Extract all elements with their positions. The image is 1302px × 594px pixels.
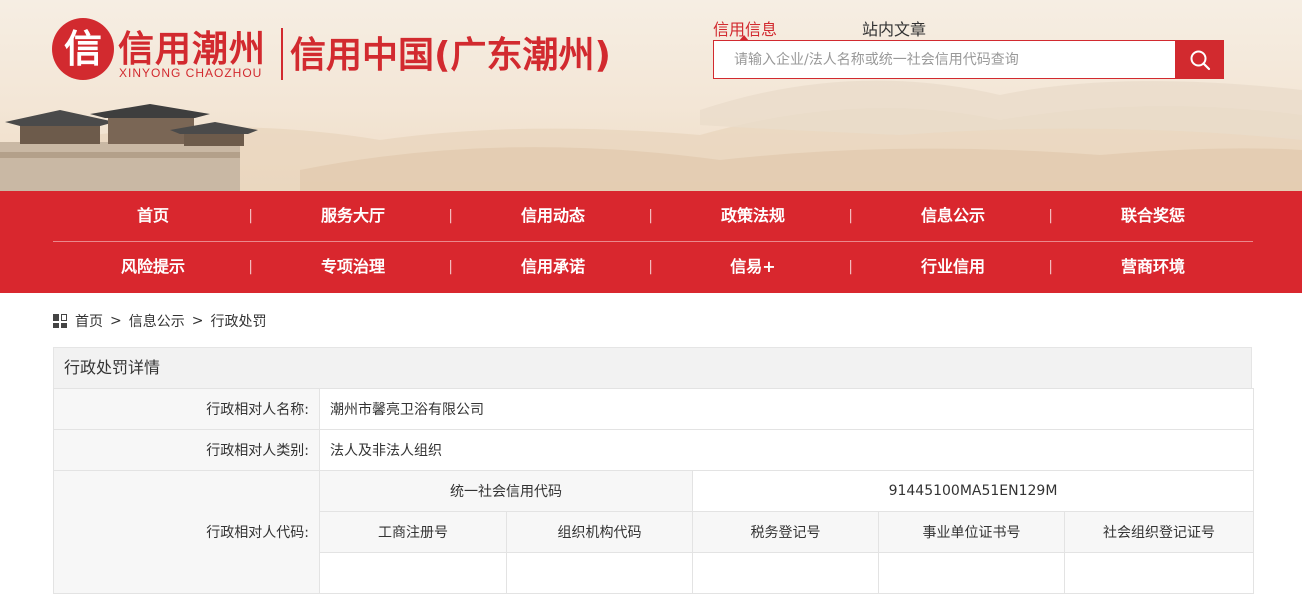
nav-item-policies[interactable]: 政策法规 bbox=[653, 191, 853, 241]
col-social-org-reg-no: 社会组织登记证号 bbox=[1064, 511, 1254, 553]
usci-value: 91445100MA51EN129M bbox=[692, 470, 1254, 512]
site-title: 信用中国(广东潮州) bbox=[290, 35, 611, 76]
search-tab-site-articles[interactable]: 站内文章 bbox=[862, 16, 926, 40]
type-label: 行政相对人类别: bbox=[53, 429, 320, 471]
nav-item-service-hall[interactable]: 服务大厅 bbox=[253, 191, 453, 241]
val-business-reg-no bbox=[319, 552, 507, 594]
breadcrumb-public-info[interactable]: 信息公示 bbox=[129, 311, 185, 331]
nav-row-2: 风险提示 专项治理 信用承诺 信易+ 行业信用 营商环境 bbox=[53, 242, 1253, 292]
nav-item-xinyi-plus[interactable]: 信易+ bbox=[653, 242, 853, 292]
search-input[interactable] bbox=[714, 41, 1174, 78]
val-social-org-reg-no bbox=[1064, 552, 1254, 594]
table-row: 行政相对人代码: 统一社会信用代码 91445100MA51EN129M bbox=[53, 470, 1254, 594]
table-row: 行政相对人名称: 潮州市馨亮卫浴有限公司 bbox=[53, 388, 1254, 430]
breadcrumb: 首页 > 信息公示 > 行政处罚 bbox=[53, 311, 266, 331]
search-icon bbox=[1190, 50, 1210, 70]
breadcrumb-home[interactable]: 首页 bbox=[75, 311, 103, 331]
val-institution-cert-no bbox=[878, 552, 1065, 594]
nav-item-home[interactable]: 首页 bbox=[53, 191, 253, 241]
val-tax-reg-no bbox=[692, 552, 879, 594]
grid-icon bbox=[53, 314, 67, 328]
nav-item-industry-credit[interactable]: 行业信用 bbox=[853, 242, 1053, 292]
main-nav: 首页 服务大厅 信用动态 政策法规 信息公示 联合奖惩 风险提示 专项治理 信用… bbox=[0, 191, 1302, 293]
nav-item-risk-alerts[interactable]: 风险提示 bbox=[53, 242, 253, 292]
panel-title: 行政处罚详情 bbox=[53, 347, 1252, 388]
logo-title: 信用潮州 bbox=[118, 29, 267, 70]
logo-emblem-icon: 信 bbox=[52, 18, 114, 80]
nav-item-credit-news[interactable]: 信用动态 bbox=[453, 191, 653, 241]
nav-item-public-info[interactable]: 信息公示 bbox=[853, 191, 1053, 241]
nav-item-joint-rewards[interactable]: 联合奖惩 bbox=[1053, 191, 1253, 241]
site-logo[interactable]: 信 信用潮州 XINYONG CHAOZHOU bbox=[52, 18, 282, 88]
detail-table: 行政相对人名称: 潮州市馨亮卫浴有限公司 行政相对人类别: 法人及非法人组织 行… bbox=[53, 388, 1254, 594]
col-business-reg-no: 工商注册号 bbox=[319, 511, 507, 553]
name-value: 潮州市馨亮卫浴有限公司 bbox=[319, 388, 1254, 430]
nav-item-special-governance[interactable]: 专项治理 bbox=[253, 242, 453, 292]
type-value: 法人及非法人组织 bbox=[319, 429, 1254, 471]
pavilion-illustration bbox=[0, 104, 258, 191]
logo-subtitle: XINYONG CHAOZHOU bbox=[119, 66, 263, 80]
name-label: 行政相对人名称: bbox=[53, 388, 320, 430]
site-header: 信 信用潮州 XINYONG CHAOZHOU 信用中国(广东潮州) 信用信息 … bbox=[0, 0, 1302, 191]
table-row: 行政相对人类别: 法人及非法人组织 bbox=[53, 429, 1254, 471]
col-tax-reg-no: 税务登记号 bbox=[692, 511, 879, 553]
val-org-code bbox=[506, 552, 693, 594]
search-button[interactable] bbox=[1175, 40, 1224, 79]
col-institution-cert-no: 事业单位证书号 bbox=[878, 511, 1065, 553]
breadcrumb-separator: > bbox=[191, 313, 204, 329]
penalty-detail-panel: 行政处罚详情 行政相对人名称: 潮州市馨亮卫浴有限公司 行政相对人类别: 法人及… bbox=[53, 347, 1254, 594]
nav-item-business-environment[interactable]: 营商环境 bbox=[1053, 242, 1253, 292]
nav-item-credit-commitment[interactable]: 信用承诺 bbox=[453, 242, 653, 292]
logo-divider bbox=[281, 28, 283, 80]
col-org-code: 组织机构代码 bbox=[506, 511, 693, 553]
code-label: 行政相对人代码: bbox=[53, 470, 320, 594]
breadcrumb-admin-penalty[interactable]: 行政处罚 bbox=[210, 311, 266, 331]
breadcrumb-separator: > bbox=[110, 313, 122, 329]
nav-row-1: 首页 服务大厅 信用动态 政策法规 信息公示 联合奖惩 bbox=[53, 191, 1253, 242]
search-box bbox=[713, 40, 1177, 79]
usci-label: 统一社会信用代码 bbox=[319, 470, 693, 512]
